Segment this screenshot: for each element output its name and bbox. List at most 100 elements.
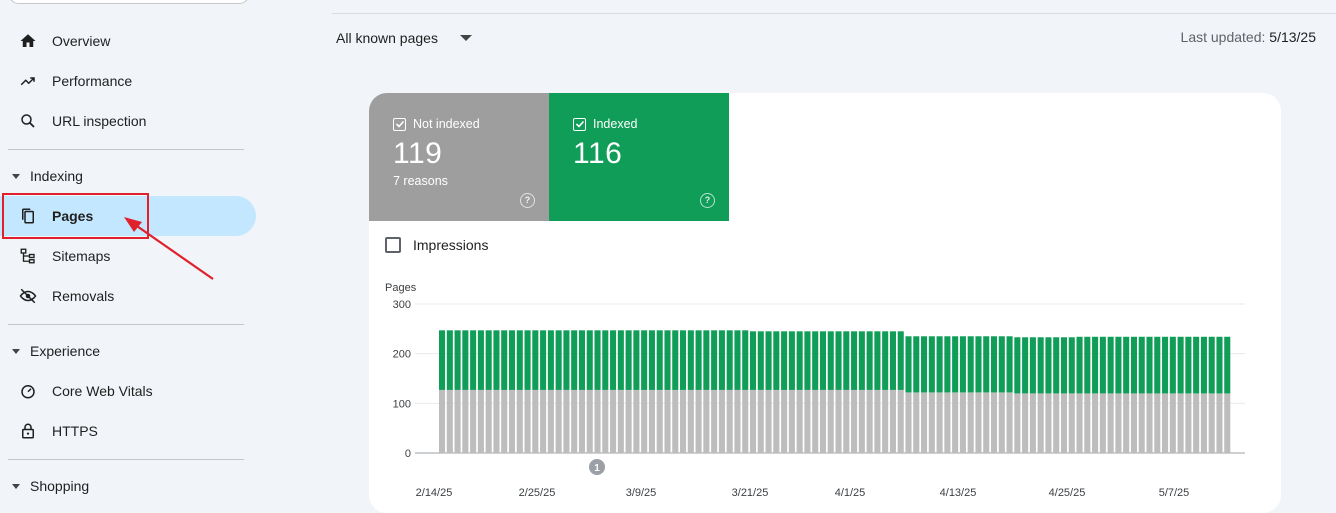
- sidebar-item-removals[interactable]: Removals: [0, 276, 256, 316]
- bar-indexed[interactable]: [726, 330, 733, 390]
- bar-not-indexed[interactable]: [1099, 393, 1106, 453]
- bar-indexed[interactable]: [493, 330, 500, 390]
- bar-not-indexed[interactable]: [1154, 393, 1161, 453]
- bar-indexed[interactable]: [1076, 336, 1083, 394]
- bar-indexed[interactable]: [617, 330, 624, 390]
- bar-indexed[interactable]: [835, 331, 842, 390]
- bar-not-indexed[interactable]: [983, 392, 990, 453]
- bar-not-indexed[interactable]: [1123, 393, 1130, 453]
- bar-indexed[interactable]: [851, 331, 858, 390]
- bar-not-indexed[interactable]: [1200, 393, 1207, 453]
- bar-not-indexed[interactable]: [695, 389, 702, 453]
- bar-not-indexed[interactable]: [439, 389, 446, 453]
- bar-not-indexed[interactable]: [477, 389, 484, 453]
- bar-not-indexed[interactable]: [1068, 393, 1075, 453]
- bar-not-indexed[interactable]: [796, 389, 803, 453]
- bar-not-indexed[interactable]: [1022, 393, 1029, 453]
- bar-not-indexed[interactable]: [757, 389, 764, 453]
- bar-indexed[interactable]: [633, 330, 640, 390]
- bar-indexed[interactable]: [578, 330, 586, 390]
- bar-indexed[interactable]: [1092, 336, 1099, 394]
- bar-not-indexed[interactable]: [827, 389, 834, 453]
- bar-indexed[interactable]: [812, 331, 819, 390]
- bar-not-indexed[interactable]: [726, 389, 733, 453]
- bar-indexed[interactable]: [439, 330, 446, 390]
- section-experience[interactable]: Experience: [0, 336, 256, 366]
- bar-not-indexed[interactable]: [990, 392, 998, 453]
- bar-indexed[interactable]: [944, 336, 951, 393]
- bar-indexed[interactable]: [742, 330, 749, 390]
- checkbox-checked-icon[interactable]: [393, 117, 406, 131]
- bar-indexed[interactable]: [508, 330, 516, 390]
- bar-not-indexed[interactable]: [734, 389, 741, 453]
- bar-not-indexed[interactable]: [1029, 393, 1036, 453]
- bar-indexed[interactable]: [804, 331, 811, 390]
- bar-indexed[interactable]: [571, 330, 578, 390]
- bar-indexed[interactable]: [1162, 336, 1169, 394]
- help-icon[interactable]: ?: [700, 193, 715, 208]
- bar-indexed[interactable]: [1045, 337, 1052, 394]
- bar-not-indexed[interactable]: [1177, 393, 1184, 453]
- bar-indexed[interactable]: [765, 331, 772, 390]
- sidebar-item-core-web-vitals[interactable]: Core Web Vitals: [0, 371, 256, 411]
- bar-indexed[interactable]: [998, 336, 1005, 393]
- bar-not-indexed[interactable]: [1045, 393, 1052, 453]
- bar-not-indexed[interactable]: [454, 389, 461, 453]
- bar-indexed[interactable]: [563, 330, 570, 390]
- bar-not-indexed[interactable]: [641, 389, 648, 453]
- bar-not-indexed[interactable]: [703, 389, 710, 453]
- bar-not-indexed[interactable]: [959, 392, 966, 453]
- bar-not-indexed[interactable]: [819, 389, 827, 453]
- bar-indexed[interactable]: [1022, 337, 1029, 394]
- bar-not-indexed[interactable]: [858, 389, 865, 453]
- bar-not-indexed[interactable]: [610, 389, 617, 453]
- bar-not-indexed[interactable]: [1216, 393, 1223, 453]
- bar-indexed[interactable]: [959, 336, 966, 393]
- bar-not-indexed[interactable]: [571, 389, 578, 453]
- bar-not-indexed[interactable]: [952, 392, 959, 453]
- bar-not-indexed[interactable]: [913, 392, 920, 453]
- bar-indexed[interactable]: [594, 330, 601, 390]
- bar-not-indexed[interactable]: [1115, 393, 1122, 453]
- bar-indexed[interactable]: [1224, 336, 1231, 394]
- bar-indexed[interactable]: [524, 330, 531, 390]
- bar-indexed[interactable]: [477, 330, 484, 390]
- bar-indexed[interactable]: [1029, 337, 1036, 394]
- bar-indexed[interactable]: [1060, 337, 1068, 394]
- bar-not-indexed[interactable]: [975, 392, 982, 453]
- bar-indexed[interactable]: [936, 336, 943, 393]
- bar-indexed[interactable]: [827, 331, 834, 390]
- bar-not-indexed[interactable]: [882, 389, 889, 453]
- section-shopping[interactable]: Shopping: [0, 471, 256, 501]
- bar-indexed[interactable]: [897, 331, 904, 390]
- bar-indexed[interactable]: [711, 330, 718, 390]
- bar-not-indexed[interactable]: [1107, 393, 1114, 453]
- bar-indexed[interactable]: [641, 330, 648, 390]
- bar-indexed[interactable]: [703, 330, 710, 390]
- bar-not-indexed[interactable]: [1185, 393, 1192, 453]
- bar-not-indexed[interactable]: [462, 389, 469, 453]
- bar-indexed[interactable]: [1216, 336, 1223, 394]
- bar-indexed[interactable]: [470, 330, 477, 390]
- bar-indexed[interactable]: [454, 330, 461, 390]
- bar-not-indexed[interactable]: [485, 389, 492, 453]
- bar-indexed[interactable]: [781, 331, 788, 390]
- bar-indexed[interactable]: [990, 336, 998, 393]
- bar-indexed[interactable]: [516, 330, 523, 390]
- bar-indexed[interactable]: [967, 336, 974, 393]
- bar-not-indexed[interactable]: [749, 389, 757, 453]
- search-box[interactable]: [8, 0, 250, 4]
- bar-not-indexed[interactable]: [524, 389, 531, 453]
- bar-indexed[interactable]: [687, 330, 694, 390]
- bar-indexed[interactable]: [928, 336, 935, 393]
- bar-not-indexed[interactable]: [788, 389, 795, 453]
- bar-indexed[interactable]: [1154, 336, 1161, 394]
- bar-indexed[interactable]: [485, 330, 492, 390]
- bar-not-indexed[interactable]: [1146, 393, 1153, 453]
- bar-not-indexed[interactable]: [578, 389, 586, 453]
- bar-indexed[interactable]: [921, 336, 928, 393]
- bar-indexed[interactable]: [1099, 336, 1106, 394]
- bar-indexed[interactable]: [1193, 336, 1200, 394]
- impressions-toggle[interactable]: Impressions: [385, 237, 488, 253]
- checkbox-checked-icon[interactable]: [573, 117, 586, 131]
